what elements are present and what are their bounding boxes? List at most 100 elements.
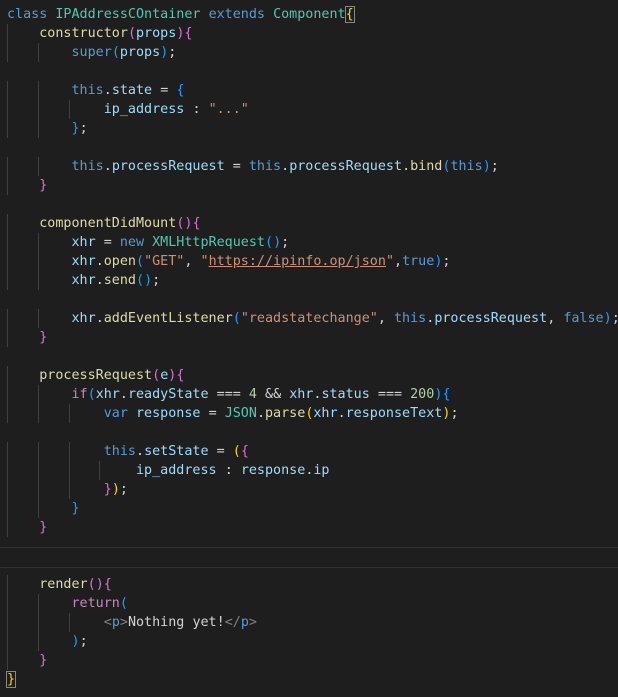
code-line[interactable]: processRequest(e){ [0,366,618,385]
code-text: ip_address : "..." [103,102,249,117]
code-line[interactable]: } [0,499,618,518]
indent-guide [37,252,39,271]
indent-guide [37,271,39,290]
indent-guide [7,575,8,594]
code-line[interactable] [0,138,618,157]
indent-guide [7,233,8,252]
code-line[interactable]: <p>Nothing yet!</p> [0,613,618,632]
indent-guide [7,366,8,385]
indent-guide [7,81,8,100]
code-line[interactable] [0,62,618,81]
indent-guide [37,480,39,499]
code-text: xhr.addEventListener("readstatechange", … [71,311,618,326]
code-line[interactable]: ip_address : "..." [0,100,618,119]
code-line[interactable]: if(xhr.readyState === 4 && xhr.status ==… [0,385,618,404]
indent-guide [37,385,39,404]
code-line[interactable]: render(){ [0,575,618,594]
code-line[interactable]: componentDidMount(){ [0,214,618,233]
indent-guide [37,100,39,119]
code-text: render(){ [39,577,112,592]
code-line[interactable]: } [0,651,618,670]
code-line[interactable]: ip_address : response.ip [0,461,618,480]
indent-guide [68,480,70,499]
indent-guide [37,157,39,176]
code-line[interactable] [0,195,618,214]
indent-guide [7,271,8,290]
indent-guide [7,442,8,461]
code-editor[interactable]: class IPAddressCOntainer extends Compone… [0,0,618,697]
indent-guide [68,404,70,423]
code-line[interactable] [0,347,618,366]
indent-guide [7,100,8,119]
code-line[interactable]: constructor(props){ [0,24,618,43]
indent-guide [68,613,70,632]
code-line[interactable] [0,290,618,309]
code-line[interactable]: xhr = new XMLHttpRequest(); [0,233,618,252]
code-text: ip_address : response.ip [136,463,330,478]
indent-guide [37,233,39,252]
indent-guide [7,480,8,499]
code-text: processRequest(e){ [39,368,185,383]
indent-guide [37,404,39,423]
code-text: xhr = new XMLHttpRequest(); [71,235,290,250]
code-line[interactable]: var response = JSON.parse(xhr.responseTe… [0,404,618,423]
code-line[interactable] [0,423,618,442]
indent-guide [7,461,8,480]
code-text: } [39,520,48,535]
indent-guide [7,499,8,518]
code-line[interactable]: this.state = { [0,81,618,100]
code-line[interactable] [0,556,618,575]
code-line[interactable]: this.setState = ({ [0,442,618,461]
code-text: var response = JSON.parse(xhr.responseTe… [103,406,459,421]
indent-guide [37,499,39,518]
code-text: super(props); [71,45,177,60]
indent-guide [7,328,8,347]
code-line[interactable]: }); [0,480,618,499]
indent-guide [7,309,8,328]
code-text: class IPAddressCOntainer extends Compone… [7,6,355,23]
code-line[interactable]: xhr.addEventListener("readstatechange", … [0,309,618,328]
code-line[interactable]: }; [0,119,618,138]
code-text: this.processRequest = this.processReques… [71,159,499,174]
code-line[interactable]: } [0,670,618,689]
code-text: <p>Nothing yet!</p> [103,615,257,630]
code-line[interactable]: } [0,328,618,347]
code-text: }); [103,482,128,497]
indent-guide [37,442,39,461]
indent-guide [7,651,8,670]
code-line[interactable]: } [0,176,618,195]
indent-guide [37,81,39,100]
indent-guide [7,404,8,423]
indent-guide [37,309,39,328]
indent-guide [7,214,8,233]
code-line[interactable]: class IPAddressCOntainer extends Compone… [0,5,618,24]
code-text: componentDidMount(){ [39,216,201,231]
code-text: ); [71,634,88,649]
code-line[interactable]: this.processRequest = this.processReques… [0,157,618,176]
code-text: }; [71,121,88,136]
code-line[interactable] [0,537,618,556]
code-text: } [39,178,48,193]
code-line[interactable]: } [0,518,618,537]
code-line[interactable]: xhr.open("GET", "https://ipinfo.op/json"… [0,252,618,271]
indent-guide [7,43,8,62]
indent-guide [7,613,8,632]
code-line[interactable]: super(props); [0,43,618,62]
indent-guide [37,632,39,651]
code-text: } [39,653,48,668]
indent-guide [37,119,39,138]
indent-guide [7,119,8,138]
indent-guide [7,176,8,195]
code-text: constructor(props){ [39,26,193,41]
indent-guide [37,461,39,480]
indent-guide [7,157,8,176]
code-text: this.setState = ({ [103,444,249,459]
code-text: } [71,501,80,516]
code-line[interactable]: ); [0,632,618,651]
code-line[interactable]: return( [0,594,618,613]
code-line[interactable]: xhr.send(); [0,271,618,290]
indent-guide [68,442,70,461]
indent-guide [37,43,39,62]
indent-guide [7,632,8,651]
indent-guide [99,461,101,480]
